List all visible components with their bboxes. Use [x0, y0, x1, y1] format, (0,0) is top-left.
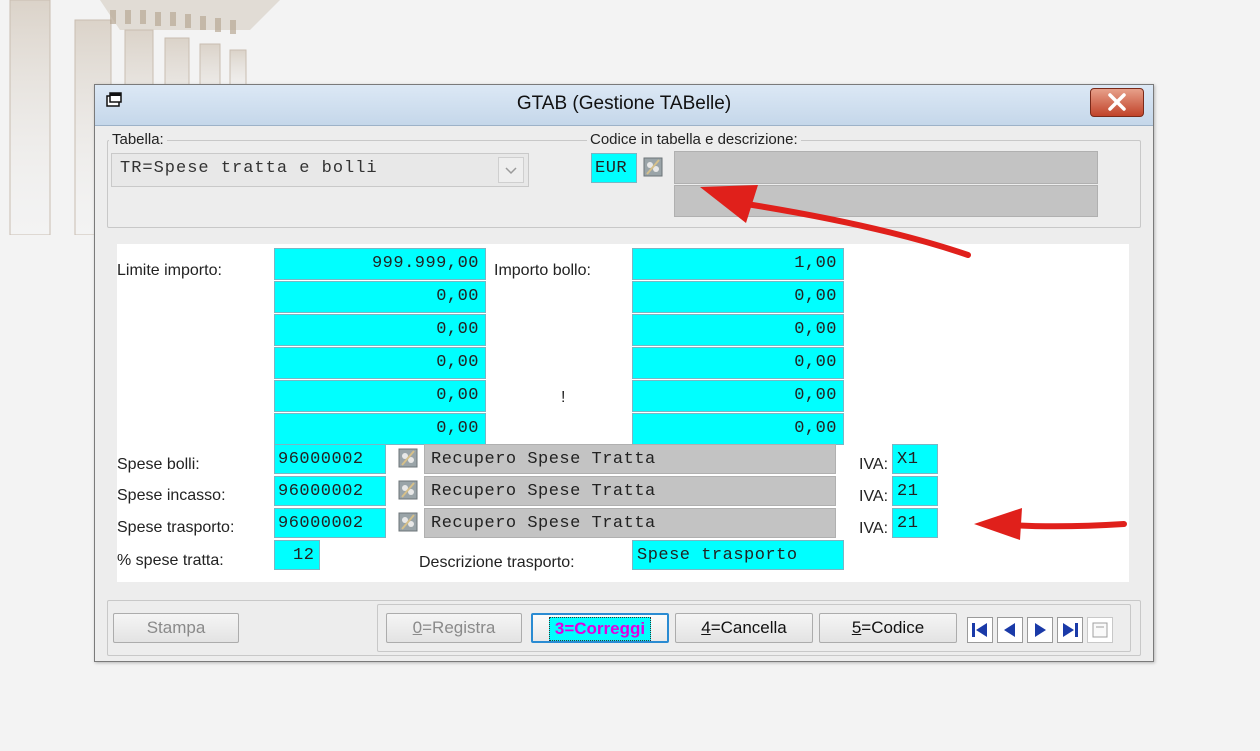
- correggi-button[interactable]: 3=Correggi: [531, 613, 669, 643]
- limite-importo-input-6[interactable]: 0,00: [274, 413, 486, 445]
- limite-importo-input-3[interactable]: 0,00: [274, 314, 486, 346]
- note-icon: [1092, 622, 1108, 638]
- codice-input[interactable]: EUR: [591, 153, 637, 183]
- spese-trasporto-iva-label: IVA:: [859, 520, 889, 537]
- codice-label: Codice in tabella e descrizione:: [587, 131, 801, 148]
- title-bar[interactable]: GTAB (Gestione TABelle): [95, 85, 1153, 126]
- codice-key: 5: [851, 618, 862, 637]
- last-record-button[interactable]: [1057, 617, 1083, 643]
- descrizione-trasporto-label: Descrizione trasporto:: [419, 554, 575, 571]
- note-button[interactable]: [1087, 617, 1113, 643]
- spese-incasso-iva-label: IVA:: [859, 488, 889, 505]
- limite-importo-input-5[interactable]: 0,00: [274, 380, 486, 412]
- close-button[interactable]: [1090, 88, 1144, 117]
- registra-text: =Registra: [422, 618, 496, 637]
- first-record-icon: [972, 623, 987, 637]
- gtab-window: GTAB (Gestione TABelle) Tabella: Codice …: [94, 84, 1154, 662]
- lookup-icon[interactable]: [398, 479, 418, 501]
- spese-bolli-label: Spese bolli:: [117, 456, 200, 473]
- exclamation-mark: !: [561, 389, 566, 406]
- window-title: GTAB (Gestione TABelle): [516, 93, 732, 114]
- lookup-icon[interactable]: [398, 447, 418, 469]
- codice-button[interactable]: 5=Codice: [819, 613, 957, 643]
- tabella-select-value: TR=Spese tratta e bolli: [120, 159, 378, 178]
- chevron-down-icon: [505, 167, 517, 175]
- cancella-key: 4: [701, 618, 711, 637]
- stampa-button[interactable]: Stampa: [113, 613, 239, 643]
- registra-key: 0: [412, 618, 423, 637]
- spese-trasporto-iva-input[interactable]: 21: [892, 508, 938, 538]
- spese-bolli-description: Recupero Spese Tratta: [424, 444, 836, 474]
- first-record-button[interactable]: [967, 617, 993, 643]
- limite-importo-input-1[interactable]: 999.999,00: [274, 248, 486, 280]
- limite-importo-input-4[interactable]: 0,00: [274, 347, 486, 379]
- annotation-arrow-bottom: [974, 508, 1127, 540]
- limite-importo-label: Limite importo:: [117, 262, 222, 279]
- spese-incasso-label: Spese incasso:: [117, 487, 226, 504]
- previous-record-button[interactable]: [997, 617, 1023, 643]
- last-record-icon: [1063, 623, 1078, 637]
- limite-importo-input-2[interactable]: 0,00: [274, 281, 486, 313]
- perc-spese-tratta-label: % spese tratta:: [117, 552, 224, 569]
- lookup-icon[interactable]: [398, 511, 418, 533]
- descrizione-trasporto-input[interactable]: Spese trasporto: [632, 540, 844, 570]
- registra-button[interactable]: 0=Registra: [386, 613, 522, 643]
- spese-incasso-code-input[interactable]: 96000002: [274, 476, 386, 506]
- spese-bolli-iva-input[interactable]: X1: [892, 444, 938, 474]
- cancella-text: =Cancella: [710, 618, 787, 637]
- tabella-label: Tabella:: [109, 131, 167, 148]
- codice-text: =Codice: [861, 618, 925, 637]
- spese-incasso-description: Recupero Spese Tratta: [424, 476, 836, 506]
- lookup-icon[interactable]: [643, 156, 663, 178]
- correggi-label: 3=Correggi: [548, 617, 652, 641]
- annotation-arrow-top: [700, 185, 971, 258]
- importo-bollo-input-4[interactable]: 0,00: [632, 347, 844, 379]
- perc-spese-tratta-input[interactable]: 12: [274, 540, 320, 570]
- importo-bollo-input-2[interactable]: 0,00: [632, 281, 844, 313]
- spese-trasporto-label: Spese trasporto:: [117, 519, 235, 536]
- close-icon: [1108, 93, 1126, 111]
- tabella-select[interactable]: TR=Spese tratta e bolli: [111, 153, 529, 187]
- tabella-dropdown-button[interactable]: [498, 157, 524, 183]
- next-record-button[interactable]: [1027, 617, 1053, 643]
- next-record-icon: [1035, 623, 1046, 637]
- spese-trasporto-code-input[interactable]: 96000002: [274, 508, 386, 538]
- importo-bollo-label: Importo bollo:: [494, 262, 591, 279]
- spese-bolli-iva-label: IVA:: [859, 456, 889, 473]
- importo-bollo-input-6[interactable]: 0,00: [632, 413, 844, 445]
- spese-bolli-code-input[interactable]: 96000002: [274, 444, 386, 474]
- spese-trasporto-description: Recupero Spese Tratta: [424, 508, 836, 538]
- previous-record-icon: [1004, 623, 1015, 637]
- spese-incasso-iva-input[interactable]: 21: [892, 476, 938, 506]
- importo-bollo-input-5[interactable]: 0,00: [632, 380, 844, 412]
- importo-bollo-input-3[interactable]: 0,00: [632, 314, 844, 346]
- cancella-button[interactable]: 4=Cancella: [675, 613, 813, 643]
